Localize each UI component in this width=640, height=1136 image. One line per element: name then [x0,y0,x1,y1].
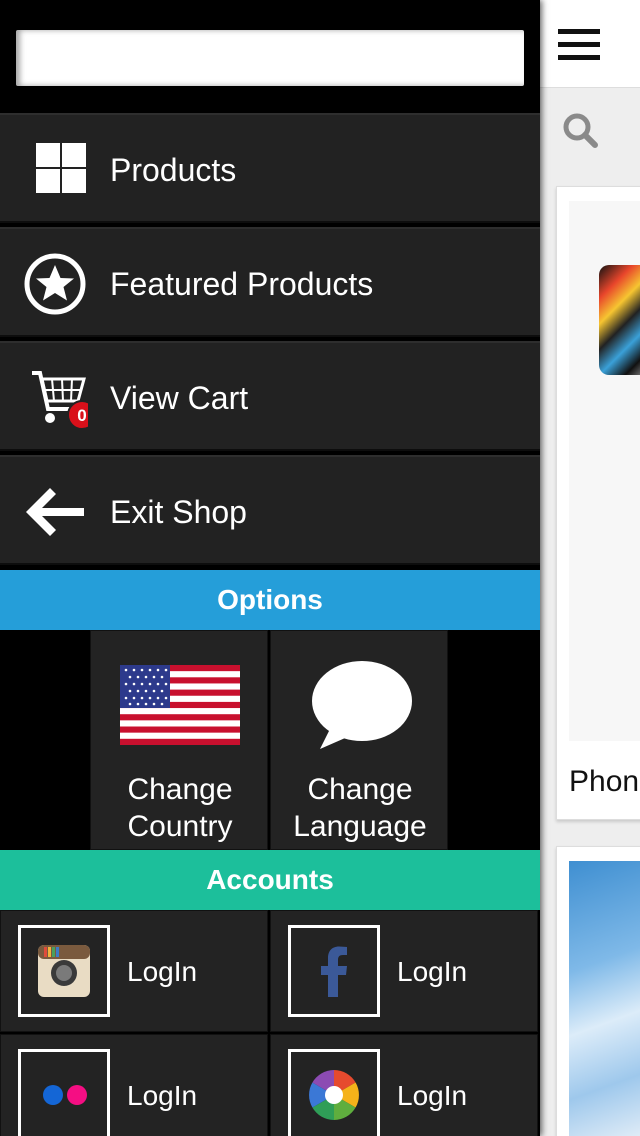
cart-icon: 0 [32,371,88,430]
search-icon[interactable] [562,112,598,148]
flickr-icon-frame [18,1049,110,1136]
menu-item-label: View Cart [110,380,249,416]
instagram-icon [38,945,90,997]
login-label: LogIn [127,1080,198,1111]
menu-item-exit-shop[interactable]: Exit Shop [0,455,540,565]
product-name: Phon [569,765,640,798]
menu-item-label: Products [110,152,237,188]
facebook-icon [321,946,347,997]
flickr-login-button[interactable]: LogIn [0,1034,268,1136]
product-image [569,861,640,1136]
picasa-login-button[interactable]: LogIn [270,1034,538,1136]
instagram-login-button[interactable]: LogIn [0,910,268,1032]
accounts-header: Accounts [0,850,540,910]
cart-badge: 0 [77,406,86,425]
option-label-line1: Change [307,773,413,806]
top-bar [540,0,640,88]
option-label-line2: Language [293,810,427,843]
grid-icon [36,143,86,193]
menu-item-label: Exit Shop [110,494,247,530]
change-country-button[interactable]: Change Country [90,630,268,850]
arrow-left-icon [26,488,84,536]
login-label: LogIn [397,956,468,987]
option-label-line2: Country [127,810,233,843]
menu-item-label: Featured Products [110,266,374,302]
change-country-label: Change Country [91,771,269,845]
facebook-login-button[interactable]: LogIn [270,910,538,1032]
menu-item-products[interactable]: Products [0,113,540,223]
option-label-line1: Change [127,773,233,806]
picasa-icon [309,1070,359,1120]
instagram-icon-frame [18,925,110,1017]
product-card[interactable]: Phon [556,186,640,820]
change-language-label: Change Language [271,771,449,845]
product-card[interactable] [556,846,640,1136]
us-flag-icon [120,665,240,745]
options-header: Options [0,570,540,630]
login-label: LogIn [127,956,198,987]
speech-bubble-icon [312,661,412,749]
star-icon [24,253,86,315]
flickr-icon [43,1085,87,1105]
picasa-icon-frame [288,1049,380,1136]
change-language-button[interactable]: Change Language [270,630,448,850]
navigation-drawer: Products Featured Products 0 View Cart E… [0,0,540,1136]
menu-item-view-cart[interactable]: 0 View Cart [0,341,540,451]
product-image [569,201,640,741]
hamburger-menu-icon[interactable] [558,29,600,61]
facebook-icon-frame [288,925,380,1017]
login-label: LogIn [397,1080,468,1111]
search-input[interactable] [16,30,524,86]
main-content: Phon [540,0,640,1136]
menu-item-featured-products[interactable]: Featured Products [0,227,540,337]
